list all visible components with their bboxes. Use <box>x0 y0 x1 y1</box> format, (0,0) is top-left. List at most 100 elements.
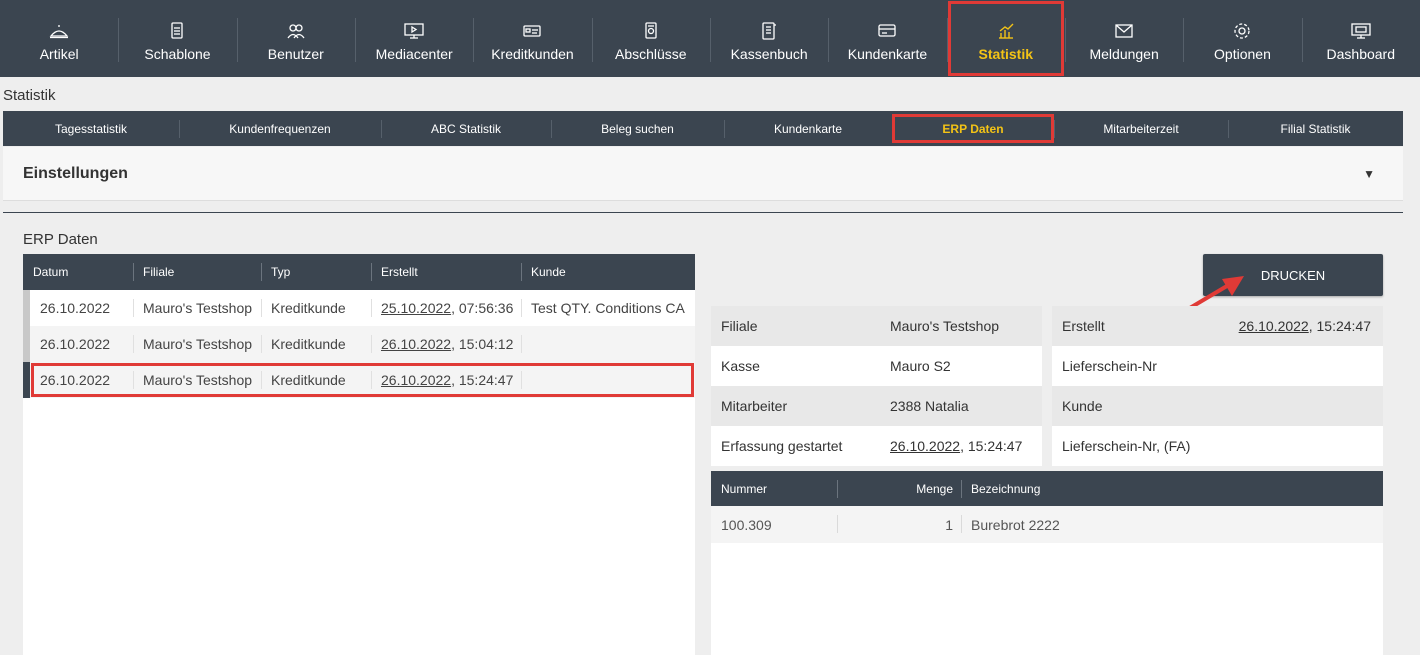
nav-kassenbuch[interactable]: Kassenbuch <box>709 0 828 77</box>
template-icon <box>167 22 187 40</box>
tab-kundenfrequenzen[interactable]: Kundenfrequenzen <box>179 111 381 146</box>
cell-typ: Kreditkunde <box>261 290 371 326</box>
section-divider <box>3 212 1403 213</box>
nav-label: Dashboard <box>1326 46 1396 62</box>
table-row-selected[interactable]: 26.10.2022 Mauro's Testshop Kreditkunde … <box>23 362 695 398</box>
erstellt-time: , 15:04:12 <box>451 336 514 352</box>
articles-icon <box>49 22 69 40</box>
erp-list-table: Datum Filiale Typ Erstellt Kunde 26.10.2… <box>23 254 695 655</box>
detail-row-kunde: Kunde <box>1052 386 1383 426</box>
nav-abschluesse[interactable]: Abschlüsse <box>591 0 710 77</box>
cell-kunde: Test QTY. Conditions CA <box>521 290 688 326</box>
nav-label: Kassenbuch <box>730 46 808 62</box>
detail-info-right: Erstellt 26.10.2022, 15:24:47 Liefersche… <box>1052 306 1383 466</box>
nav-label: Optionen <box>1214 46 1271 62</box>
detail-value: Mauro S2 <box>890 358 951 374</box>
envelope-icon <box>1114 22 1134 40</box>
settings-panel-toggle[interactable]: Einstellungen ▼ <box>3 147 1403 201</box>
column-header-menge[interactable]: Menge <box>837 471 961 506</box>
items-table-header: Nummer Menge Bezeichnung <box>711 471 1383 506</box>
cell-datum: 26.10.2022 <box>40 372 111 388</box>
cell-kunde <box>521 326 688 362</box>
table-row[interactable]: 26.10.2022 Mauro's Testshop Kreditkunde … <box>23 290 695 326</box>
items-table: Nummer Menge Bezeichnung 100.309 1 Bureb… <box>711 471 1383 655</box>
column-header-datum[interactable]: Datum <box>23 254 133 290</box>
detail-row-erfassung: Erfassung gestartet 26.10.2022, 15:24:47 <box>711 426 1042 466</box>
cell-datum: 26.10.2022 <box>40 300 111 316</box>
cell-typ: Kreditkunde <box>261 362 371 398</box>
detail-value: Mauro's Testshop <box>890 318 1000 334</box>
nav-label: Meldungen <box>1089 46 1159 62</box>
tab-filial-statistik[interactable]: Filial Statistik <box>1228 111 1403 146</box>
table-row[interactable]: 26.10.2022 Mauro's Testshop Kreditkunde … <box>23 326 695 362</box>
nav-label: Kundenkarte <box>847 46 928 62</box>
detail-row-lieferschein-fa: Lieferschein-Nr, (FA) <box>1052 426 1383 466</box>
nav-label: Statistik <box>978 46 1034 62</box>
detail-key: Erstellt <box>1062 318 1105 334</box>
table-row[interactable]: 100.309 1 Burebrot 2222 <box>711 506 1383 543</box>
statistics-subtabs: Tagesstatistik Kundenfrequenzen ABC Stat… <box>3 111 1403 146</box>
nav-benutzer[interactable]: Benutzer <box>236 0 355 77</box>
detail-key: Kasse <box>721 358 760 374</box>
nav-statistik[interactable]: Statistik <box>946 0 1065 77</box>
tab-erp-daten[interactable]: ERP Daten <box>892 111 1054 146</box>
section-title: ERP Daten <box>23 231 98 248</box>
detail-row-erstellt: Erstellt 26.10.2022, 15:24:47 <box>1052 306 1383 346</box>
nav-kreditkunden[interactable]: Kreditkunden <box>473 0 591 77</box>
cell-filiale: Mauro's Testshop <box>133 326 261 362</box>
erstellt-time: , 07:56:36 <box>451 300 514 316</box>
nav-kundenkarte[interactable]: Kundenkarte <box>828 0 946 77</box>
erstellt-time: , 15:24:47 <box>1308 318 1371 334</box>
column-header-filiale[interactable]: Filiale <box>133 254 261 290</box>
cell-filiale: Mauro's Testshop <box>133 290 261 326</box>
tab-mitarbeiterzeit[interactable]: Mitarbeiterzeit <box>1054 111 1228 146</box>
detail-key: Lieferschein-Nr, (FA) <box>1062 438 1191 454</box>
nav-meldungen[interactable]: Meldungen <box>1064 0 1183 77</box>
erstellt-date-link[interactable]: 26.10.2022 <box>381 372 451 388</box>
nav-mediacenter[interactable]: Mediacenter <box>354 0 473 77</box>
detail-row-kasse: Kasse Mauro S2 <box>711 346 1042 386</box>
page-title: Statistik <box>3 87 56 104</box>
nav-schablone[interactable]: Schablone <box>118 0 236 77</box>
tab-tagesstatistik[interactable]: Tagesstatistik <box>3 111 179 146</box>
erstellt-time: , 15:24:47 <box>451 372 514 388</box>
cell-erstellt: 26.10.2022, 15:04:12 <box>371 326 521 362</box>
tab-kundenkarte[interactable]: Kundenkarte <box>724 111 892 146</box>
erfassung-time: , 15:24:47 <box>960 438 1023 454</box>
nav-label: Artikel <box>39 46 79 62</box>
credit-card-icon <box>522 22 542 40</box>
column-header-nummer[interactable]: Nummer <box>711 471 837 506</box>
detail-key: Lieferschein-Nr <box>1062 358 1157 374</box>
detail-row-filiale: Filiale Mauro's Testshop <box>711 306 1042 346</box>
nav-label: Abschlüsse <box>615 46 687 62</box>
detail-value: 2388 Natalia <box>890 398 969 414</box>
nav-optionen[interactable]: Optionen <box>1183 0 1301 77</box>
tab-abc-statistik[interactable]: ABC Statistik <box>381 111 551 146</box>
erstellt-date-link[interactable]: 26.10.2022 <box>1239 318 1309 334</box>
cell-bezeichnung: Burebrot 2222 <box>961 506 1383 543</box>
top-navigation: Artikel Schablone Benutzer Mediacenter K… <box>0 0 1420 77</box>
detail-key: Erfassung gestartet <box>721 438 843 454</box>
cell-datum: 26.10.2022 <box>40 336 111 352</box>
column-header-erstellt[interactable]: Erstellt <box>371 254 521 290</box>
cashbook-icon <box>759 22 779 40</box>
column-header-bezeichnung[interactable]: Bezeichnung <box>961 471 1383 506</box>
column-header-typ[interactable]: Typ <box>261 254 371 290</box>
cell-kunde <box>521 362 688 398</box>
table-header: Datum Filiale Typ Erstellt Kunde <box>23 254 695 290</box>
nav-label: Mediacenter <box>375 46 453 62</box>
cell-filiale: Mauro's Testshop <box>133 362 261 398</box>
column-header-kunde[interactable]: Kunde <box>521 254 688 290</box>
nav-artikel[interactable]: Artikel <box>0 0 118 77</box>
nav-dashboard[interactable]: Dashboard <box>1301 0 1420 77</box>
erstellt-date-link[interactable]: 26.10.2022 <box>381 336 451 352</box>
tab-beleg-suchen[interactable]: Beleg suchen <box>551 111 724 146</box>
gear-icon <box>1232 22 1252 40</box>
dashboard-monitor-icon <box>1351 22 1371 40</box>
erstellt-date-link[interactable]: 25.10.2022 <box>381 300 451 316</box>
caret-down-icon: ▼ <box>1363 166 1375 181</box>
nav-label: Kreditkunden <box>491 46 574 62</box>
detail-row-mitarbeiter: Mitarbeiter 2388 Natalia <box>711 386 1042 426</box>
cell-nummer: 100.309 <box>721 516 772 533</box>
erfassung-date-link[interactable]: 26.10.2022 <box>890 438 960 454</box>
